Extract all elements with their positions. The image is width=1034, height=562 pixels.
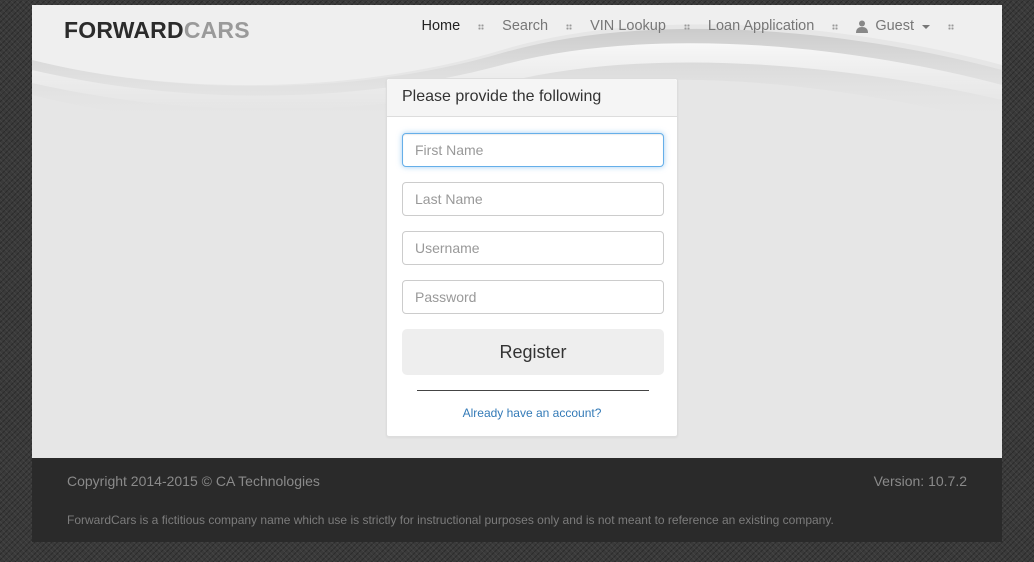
nav-user-label: Guest [875, 18, 914, 34]
user-icon [856, 20, 869, 33]
brand-logo[interactable]: FORWARD CARS [64, 17, 250, 44]
brand-logo-part2: CARS [183, 17, 250, 43]
brand-logo-part1: FORWARD [64, 17, 184, 43]
disclaimer-text: ForwardCars is a fictitious company name… [67, 513, 834, 527]
page: FORWARD CARS Home Search VIN Lookup Loan … [32, 5, 1002, 542]
last-name-input[interactable] [402, 182, 664, 216]
caret-down-icon [922, 24, 930, 29]
version-text: Version: 10.7.2 [873, 473, 967, 489]
nav-search[interactable]: Search [502, 18, 548, 34]
copyright-text: Copyright 2014-2015 © CA Technologies [67, 473, 320, 489]
nav-separator [478, 24, 485, 30]
top-nav: Home Search VIN Lookup Loan Application … [421, 18, 972, 34]
nav-vin-lookup[interactable]: VIN Lookup [590, 18, 666, 34]
nav-separator [683, 24, 690, 30]
nav-separator [566, 24, 573, 30]
panel-heading: Please provide the following [387, 79, 677, 117]
nav-loan-application[interactable]: Loan Application [708, 18, 814, 34]
nav-separator [948, 24, 954, 30]
register-panel: Please provide the following Register Al… [386, 78, 678, 437]
username-input[interactable] [402, 231, 664, 265]
login-link[interactable]: Already have an account? [387, 406, 677, 420]
register-button[interactable]: Register [402, 329, 664, 375]
password-input[interactable] [402, 280, 664, 314]
nav-user-menu[interactable]: Guest [856, 18, 930, 34]
first-name-input[interactable] [402, 133, 664, 167]
footer: Copyright 2014-2015 © CA Technologies Ve… [32, 458, 1002, 542]
nav-separator [832, 24, 839, 30]
divider [417, 390, 649, 391]
main-area: FORWARD CARS Home Search VIN Lookup Loan … [32, 5, 1002, 458]
nav-home[interactable]: Home [421, 18, 460, 34]
